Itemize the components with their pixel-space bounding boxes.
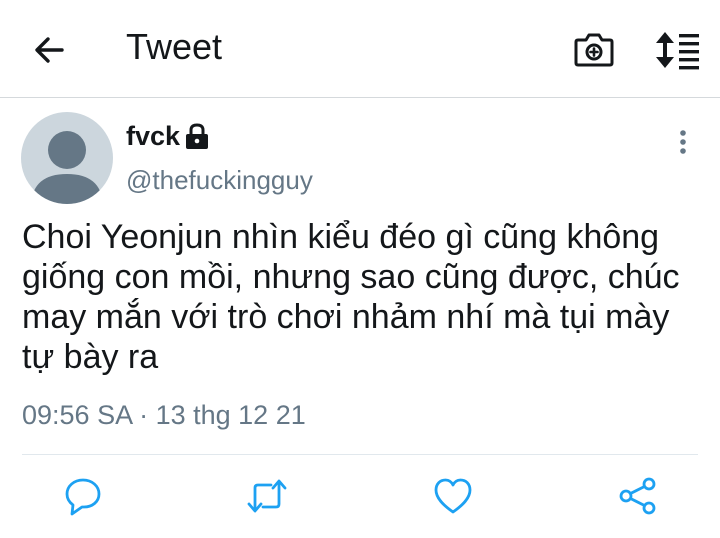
display-name[interactable]: fvck (126, 121, 180, 152)
tweet-text: Choi Yeonjun nhìn kiểu đéo gì cũng không… (22, 218, 680, 376)
sort-icon (656, 32, 699, 70)
page-title: Tweet (126, 26, 223, 67)
avatar[interactable] (21, 112, 113, 204)
camera-button[interactable] (572, 28, 616, 72)
retweet-button[interactable] (245, 474, 289, 518)
lock-icon (183, 122, 211, 150)
top-bar: Tweet (0, 0, 720, 98)
tweet-timestamp: 09:56 SA · 13 thg 12 21 (22, 400, 306, 430)
reply-icon (65, 478, 101, 516)
divider (22, 454, 698, 455)
default-avatar-icon (31, 131, 103, 204)
retweet-icon (247, 479, 287, 513)
sort-button[interactable] (652, 28, 702, 72)
more-vertical-icon (680, 130, 686, 154)
back-button[interactable] (30, 30, 70, 70)
more-options-button[interactable] (668, 128, 698, 158)
arrow-left-icon (35, 37, 64, 63)
user-handle[interactable]: @thefuckingguy (126, 165, 313, 196)
share-button[interactable] (616, 474, 660, 518)
camera-plus-icon (574, 33, 614, 67)
heart-icon (434, 478, 472, 514)
like-button[interactable] (431, 474, 475, 518)
reply-button[interactable] (61, 474, 105, 518)
share-icon (619, 477, 656, 515)
